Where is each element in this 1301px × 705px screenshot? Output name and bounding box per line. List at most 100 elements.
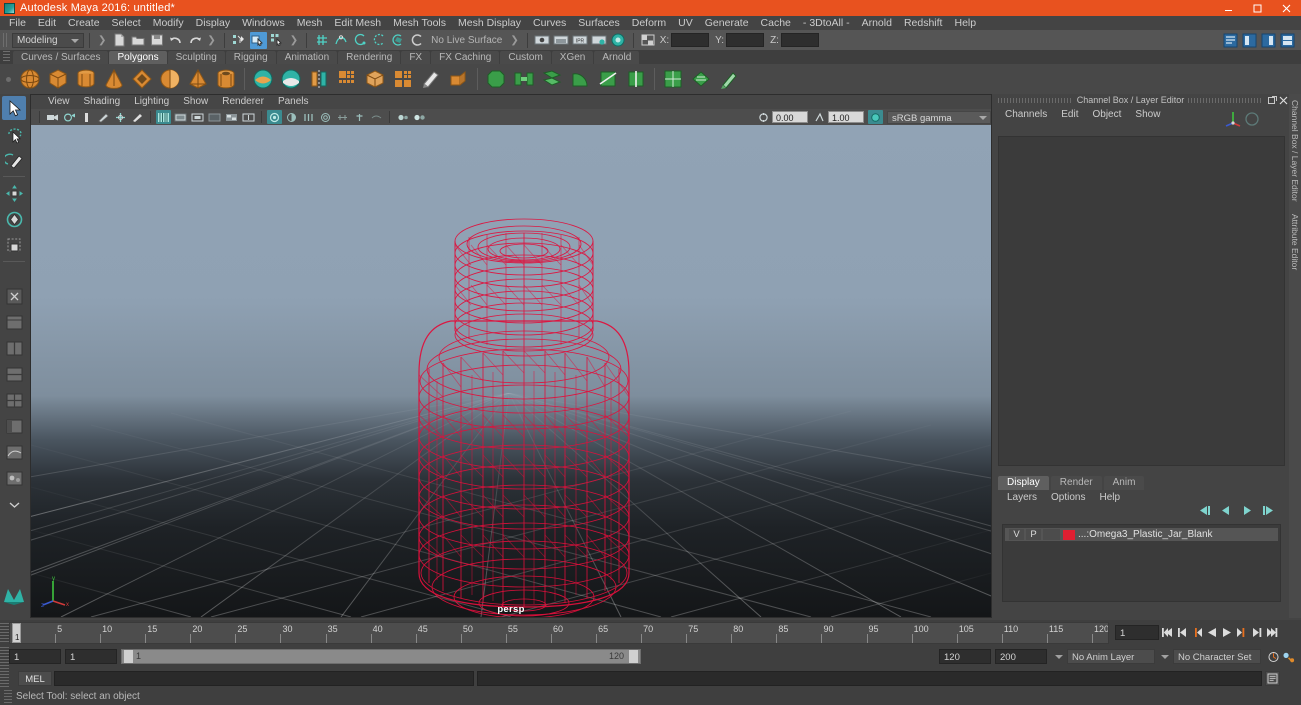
select-by-object-type-icon[interactable] [249, 31, 267, 49]
range-bar[interactable]: 1 120 [121, 649, 641, 664]
shelf-tab-fx-caching[interactable]: FX Caching [431, 51, 500, 64]
open-layer-editor-icon[interactable] [1279, 32, 1296, 49]
coord-y-field[interactable] [726, 33, 765, 47]
shelf-tab-custom[interactable]: Custom [500, 51, 551, 64]
animation-end-field[interactable]: 200 [995, 649, 1047, 664]
menu-redshift[interactable]: Redshift [898, 16, 949, 30]
use-default-material-icon[interactable] [207, 110, 222, 124]
ipr-render-icon[interactable] [553, 32, 570, 49]
menu-mesh-display[interactable]: Mesh Display [452, 16, 527, 30]
shelf-tab-fx[interactable]: FX [401, 51, 431, 64]
viewport-3d-canvas[interactable]: y x z persp [31, 125, 991, 617]
viewport-menu-lighting[interactable]: Lighting [127, 95, 176, 109]
shelf-tab-rendering[interactable]: Rendering [338, 51, 401, 64]
rotate-tool-icon[interactable] [2, 207, 26, 231]
collapse-arrow-icon[interactable]: ❯ [95, 35, 109, 46]
textured-mode-icon[interactable] [224, 110, 239, 124]
poly-sphere-icon[interactable] [17, 66, 43, 92]
auto-keyframe-icon[interactable] [1267, 649, 1280, 664]
channel-box-menu-edit[interactable]: Edit [1054, 109, 1085, 120]
playback-start-field[interactable]: 1 [65, 649, 117, 664]
command-language-selector[interactable]: MEL [18, 670, 52, 686]
time-slider-grip[interactable] [0, 622, 9, 643]
isolate-select-icon[interactable] [352, 110, 367, 124]
vtab-attribute-editor[interactable]: Attribute Editor [1289, 208, 1301, 276]
minimize-icon[interactable] [1214, 0, 1243, 16]
separate-icon[interactable] [278, 66, 304, 92]
uv-editor-icon[interactable] [660, 66, 686, 92]
open-attribute-editor-icon[interactable] [1222, 32, 1239, 49]
range-start-handle[interactable] [124, 650, 133, 663]
append-polygon-icon[interactable] [539, 66, 565, 92]
step-back-frame-icon[interactable] [1175, 625, 1188, 640]
render-settings-icon[interactable]: IPR [572, 32, 589, 49]
multisample-anti-aliasing-icon[interactable] [318, 110, 333, 124]
edit-mesh-icon[interactable] [418, 66, 444, 92]
layer-tab-display[interactable]: Display [998, 476, 1049, 490]
smooth-shade-all-icon[interactable] [173, 110, 188, 124]
close-panel-icon[interactable] [1278, 95, 1289, 106]
current-time-indicator[interactable]: 1 [12, 622, 21, 643]
menu-generate[interactable]: Generate [699, 16, 755, 30]
command-output-field[interactable] [477, 670, 1262, 686]
layer-menu-layers[interactable]: Layers [1000, 492, 1044, 503]
layout-persp-graph-icon[interactable] [2, 440, 26, 464]
current-frame-field[interactable]: 1 [1115, 625, 1159, 640]
menu-edit[interactable]: Edit [32, 16, 62, 30]
menu-windows[interactable]: Windows [236, 16, 291, 30]
play-forwards-icon[interactable] [1220, 625, 1233, 640]
layer-last-icon[interactable] [1261, 505, 1275, 519]
viewport-menu-show[interactable]: Show [176, 95, 215, 109]
make-live-icon[interactable] [408, 32, 425, 49]
animation-start-field[interactable]: 1 [9, 649, 61, 664]
channel-box-content[interactable] [998, 136, 1285, 466]
color-management-toggle-icon[interactable] [868, 110, 883, 124]
poly-pyramid-icon[interactable] [185, 66, 211, 92]
snap-to-grid-icon[interactable] [313, 32, 330, 49]
layer-first-icon[interactable] [1198, 505, 1212, 519]
screen-space-ambient-occlusion-icon[interactable] [284, 110, 299, 124]
menu-mesh-tools[interactable]: Mesh Tools [387, 16, 452, 30]
menu-3dtoall[interactable]: - 3DtoAll - [797, 16, 856, 30]
exposure-field[interactable]: 0.00 [772, 111, 808, 123]
anim-layer-select[interactable]: No Anim Layer [1067, 649, 1155, 664]
planar-mapping-icon[interactable] [688, 66, 714, 92]
depth-of-field-icon[interactable] [335, 110, 350, 124]
poly-cylinder-icon[interactable] [73, 66, 99, 92]
vtab-channel-box-layer-editor[interactable]: Channel Box / Layer Editor [1289, 94, 1301, 208]
menu-uv[interactable]: UV [672, 16, 699, 30]
layer-list[interactable]: V P ...:Omega3_Plastic_Jar_Blank [1002, 524, 1281, 602]
animation-preferences-icon[interactable] [1282, 649, 1295, 664]
viewport-menu-view[interactable]: View [41, 95, 77, 109]
shelf-options-icon[interactable] [4, 68, 12, 90]
close-icon[interactable] [1272, 0, 1301, 16]
menu-deform[interactable]: Deform [626, 16, 672, 30]
layer-menu-options[interactable]: Options [1044, 492, 1092, 503]
shelf-tab-sculpting[interactable]: Sculpting [167, 51, 225, 64]
quadrangulate-icon[interactable] [390, 66, 416, 92]
wireframe-on-shaded-icon[interactable] [156, 110, 171, 124]
menu-mesh[interactable]: Mesh [291, 16, 329, 30]
layer-menu-help[interactable]: Help [1092, 492, 1127, 503]
poly-plane-icon[interactable] [157, 66, 183, 92]
high-quality-render-icon[interactable] [412, 110, 427, 124]
extrude-icon[interactable] [446, 66, 472, 92]
poly-cone-icon[interactable] [101, 66, 127, 92]
redo-icon[interactable] [186, 32, 203, 49]
menu-select[interactable]: Select [106, 16, 147, 30]
open-tool-settings-icon[interactable] [1241, 32, 1258, 49]
maximize-icon[interactable] [1243, 0, 1272, 16]
character-set-select[interactable]: No Character Set [1173, 649, 1261, 664]
select-by-hierarchy-icon[interactable] [231, 32, 248, 49]
menu-edit-mesh[interactable]: Edit Mesh [328, 16, 387, 30]
mirror-geometry-icon[interactable] [306, 66, 332, 92]
range-end-handle[interactable] [629, 650, 638, 663]
sculpt-geometry-icon[interactable] [716, 66, 742, 92]
toolbox-more-icon[interactable] [2, 492, 26, 516]
xray-joints-icon[interactable] [395, 110, 410, 124]
command-input-field[interactable] [54, 670, 474, 686]
bridge-icon[interactable] [511, 66, 537, 92]
wedge-icon[interactable] [567, 66, 593, 92]
channel-box-menu-channels[interactable]: Channels [998, 109, 1054, 120]
layer-tab-render[interactable]: Render [1050, 476, 1102, 490]
